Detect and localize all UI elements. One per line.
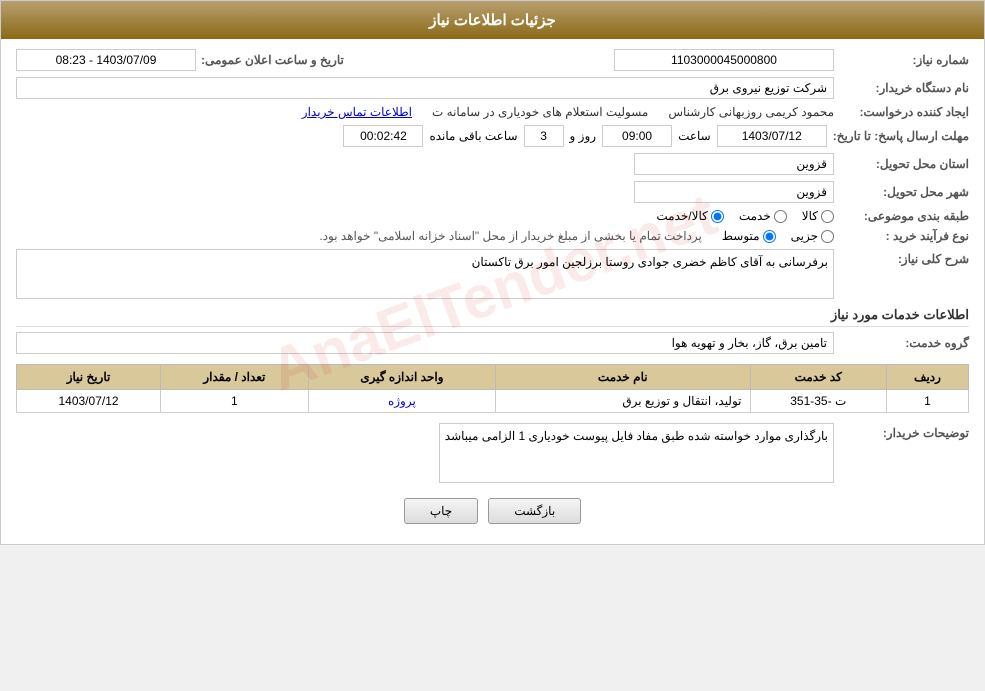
page-title: جزئیات اطلاعات نیاز — [429, 12, 556, 29]
province-value: قزوین — [634, 153, 834, 175]
process-motavasset-radio[interactable] — [763, 230, 776, 243]
category-kala-khedmat-radio[interactable] — [711, 210, 724, 223]
page-wrapper: جزئیات اطلاعات نیاز AnaElTender.net شمار… — [0, 0, 985, 545]
city-label: شهر محل تحویل: — [839, 185, 969, 199]
deadline-remaining: 00:02:42 — [343, 125, 423, 147]
deadline-date: 1403/07/12 — [717, 125, 827, 147]
process-motavasset-option: متوسط — [722, 229, 776, 243]
creator-label: ایجاد کننده درخواست: — [839, 105, 969, 119]
process-label: نوع فرآیند خرید : — [839, 229, 969, 243]
announcement-date-label: تاریخ و ساعت اعلان عمومی: — [201, 53, 344, 67]
creator-contact-link[interactable]: اطلاعات تماس خریدار — [302, 105, 412, 119]
creator-name: محمود کریمی روزبهانی کارشناس — [668, 105, 834, 119]
buyer-desc-section: توضیحات خریدار: بارگذاری موارد خواسته شد… — [16, 423, 969, 483]
category-row: طبقه بندی موضوعی: کالا خدمت کالا/خدمت — [16, 209, 969, 223]
deadline-time: 09:00 — [602, 125, 672, 147]
cell-row-num: 1 — [886, 390, 968, 413]
province-row: استان محل تحویل: قزوین — [16, 153, 969, 175]
province-label: استان محل تحویل: — [839, 157, 969, 171]
col-name: نام خدمت — [496, 365, 750, 390]
deadline-label: مهلت ارسال پاسخ: تا تاریخ: — [833, 129, 969, 143]
category-kala-option: کالا — [802, 209, 834, 223]
cell-quantity: 1 — [161, 390, 309, 413]
col-date: تاریخ نیاز — [17, 365, 161, 390]
process-radio-group: جزیی متوسط — [722, 229, 834, 243]
requester-org-value: شرکت توزیع نیروی برق — [16, 77, 834, 99]
main-content: AnaElTender.net شماره نیاز: 110300004500… — [1, 39, 984, 544]
col-code: کد خدمت — [750, 365, 886, 390]
buyer-desc-value: بارگذاری موارد خواسته شده طبق مفاد فایل … — [439, 423, 834, 483]
category-kala-khedmat-option: کالا/خدمت — [656, 209, 723, 223]
services-table-section: ردیف کد خدمت نام خدمت واحد اندازه گیری ت… — [16, 364, 969, 413]
col-quantity: تعداد / مقدار — [161, 365, 309, 390]
description-label: شرح کلی نیاز: — [839, 249, 969, 266]
services-section-title: اطلاعات خدمات مورد نیاز — [16, 307, 969, 327]
process-text: پرداخت تمام یا بخشی از مبلغ خریدار از مح… — [319, 229, 702, 243]
deadline-days-label: روز و — [570, 129, 597, 143]
category-khedmat-option: خدمت — [739, 209, 787, 223]
table-row: 1 ت -35-351 تولید، انتقال و توزیع برق پر… — [17, 390, 969, 413]
deadline-time-label: ساعت — [678, 129, 711, 143]
category-radio-group: کالا خدمت کالا/خدمت — [656, 209, 834, 223]
back-button[interactable]: بازگشت — [488, 498, 581, 524]
description-value: برفرسانی به آقای کاظم خضری جوادی روستا ب… — [16, 249, 834, 299]
announcement-date-value: 1403/07/09 - 08:23 — [16, 49, 196, 71]
deadline-row: مهلت ارسال پاسخ: تا تاریخ: 1403/07/12 سا… — [16, 125, 969, 147]
city-value: قزوین — [634, 181, 834, 203]
services-table: ردیف کد خدمت نام خدمت واحد اندازه گیری ت… — [16, 364, 969, 413]
page-header: جزئیات اطلاعات نیاز — [1, 1, 984, 39]
service-group-value: تامین برق، گاز، بخار و تهویه هوا — [16, 332, 834, 354]
process-row: نوع فرآیند خرید : جزیی متوسط پرداخت تمام… — [16, 229, 969, 243]
service-group-label: گروه خدمت: — [839, 336, 969, 350]
cell-name: تولید، انتقال و توزیع برق — [496, 390, 750, 413]
buyer-desc-label: توضیحات خریدار: — [839, 423, 969, 440]
col-row-num: ردیف — [886, 365, 968, 390]
category-kala-khedmat-label: کالا/خدمت — [656, 209, 707, 223]
category-kala-label: کالا — [802, 209, 818, 223]
city-row: شهر محل تحویل: قزوین — [16, 181, 969, 203]
requester-org-row: نام دستگاه خریدار: شرکت توزیع نیروی برق — [16, 77, 969, 99]
print-button[interactable]: چاپ — [404, 498, 478, 524]
service-group-row: گروه خدمت: تامین برق، گاز، بخار و تهویه … — [16, 332, 969, 354]
creator-row: ایجاد کننده درخواست: محمود کریمی روزبهان… — [16, 105, 969, 119]
process-motavasset-label: متوسط — [722, 229, 760, 243]
cell-date: 1403/07/12 — [17, 390, 161, 413]
deadline-days: 3 — [524, 125, 564, 147]
requester-org-label: نام دستگاه خریدار: — [839, 81, 969, 95]
category-kala-radio[interactable] — [821, 210, 834, 223]
request-number-row: شماره نیاز: 1103000045000800 تاریخ و ساع… — [16, 49, 969, 71]
creator-role: مسولیت استعلام های خودیاری در سامانه ت — [432, 105, 648, 119]
col-unit: واحد اندازه گیری — [308, 365, 495, 390]
category-label: طبقه بندی موضوعی: — [839, 209, 969, 223]
process-jozei-radio[interactable] — [821, 230, 834, 243]
description-section: شرح کلی نیاز: برفرسانی به آقای کاظم خضری… — [16, 249, 969, 299]
button-row: بازگشت چاپ — [16, 498, 969, 524]
table-header-row: ردیف کد خدمت نام خدمت واحد اندازه گیری ت… — [17, 365, 969, 390]
process-jozei-label: جزیی — [791, 229, 818, 243]
category-khedmat-radio[interactable] — [774, 210, 787, 223]
cell-code: ت -35-351 — [750, 390, 886, 413]
deadline-remaining-label: ساعت باقی مانده — [429, 129, 517, 143]
cell-unit: پروژه — [308, 390, 495, 413]
category-khedmat-label: خدمت — [739, 209, 771, 223]
request-number-value: 1103000045000800 — [614, 49, 834, 71]
request-number-label: شماره نیاز: — [839, 53, 969, 67]
process-jozei-option: جزیی — [791, 229, 834, 243]
